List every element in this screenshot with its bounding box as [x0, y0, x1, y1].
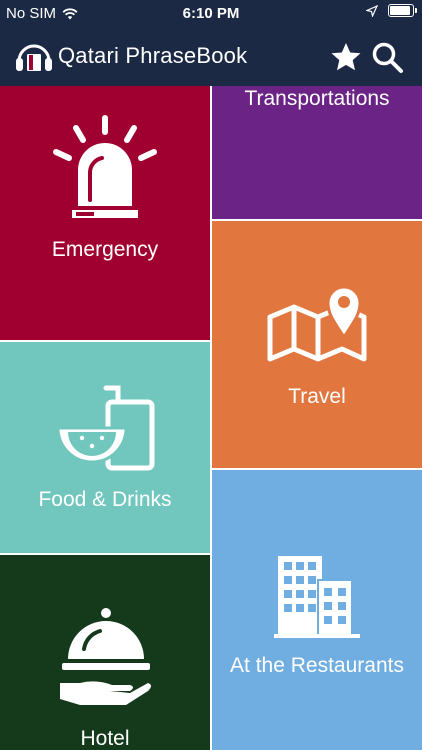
nav-bar: Qatari PhraseBook — [0, 27, 422, 86]
search-icon[interactable] — [370, 40, 404, 74]
battery-icon — [388, 4, 417, 17]
status-bar: No SIM 6:10 PM — [0, 0, 422, 27]
watermelon-drink-icon — [56, 385, 155, 471]
building-icon — [274, 556, 360, 638]
status-right — [366, 4, 417, 17]
tile-transportations[interactable]: Transportations — [212, 86, 422, 219]
tile-label-travel: Travel — [288, 385, 346, 408]
tile-label-at-the-restaurants: At the Restaurants — [230, 654, 404, 677]
siren-icon — [53, 115, 157, 218]
tile-label-emergency: Emergency — [51, 238, 159, 261]
tile-emergency[interactable]: Emergency — [0, 86, 210, 340]
tile-hotel[interactable]: Hotel — [0, 555, 210, 750]
tile-label-food-drinks: Food & Drinks — [38, 488, 172, 511]
tile-food-drinks[interactable]: Food & Drinks — [0, 342, 210, 553]
star-icon[interactable] — [330, 41, 362, 73]
tile-label-hotel: Hotel — [80, 727, 130, 750]
map-pin-icon — [267, 285, 367, 362]
tile-travel[interactable]: Travel — [212, 221, 422, 468]
tile-label-transportations: Transportations — [244, 87, 390, 110]
tile-at-the-restaurants[interactable]: At the Restaurants — [212, 470, 422, 750]
app-title: Qatari PhraseBook — [58, 43, 248, 68]
cloche-tray-icon — [60, 608, 151, 705]
location-arrow-icon — [366, 4, 378, 17]
status-time: 6:10 PM — [182, 5, 240, 22]
headphones-book-icon — [16, 44, 52, 71]
